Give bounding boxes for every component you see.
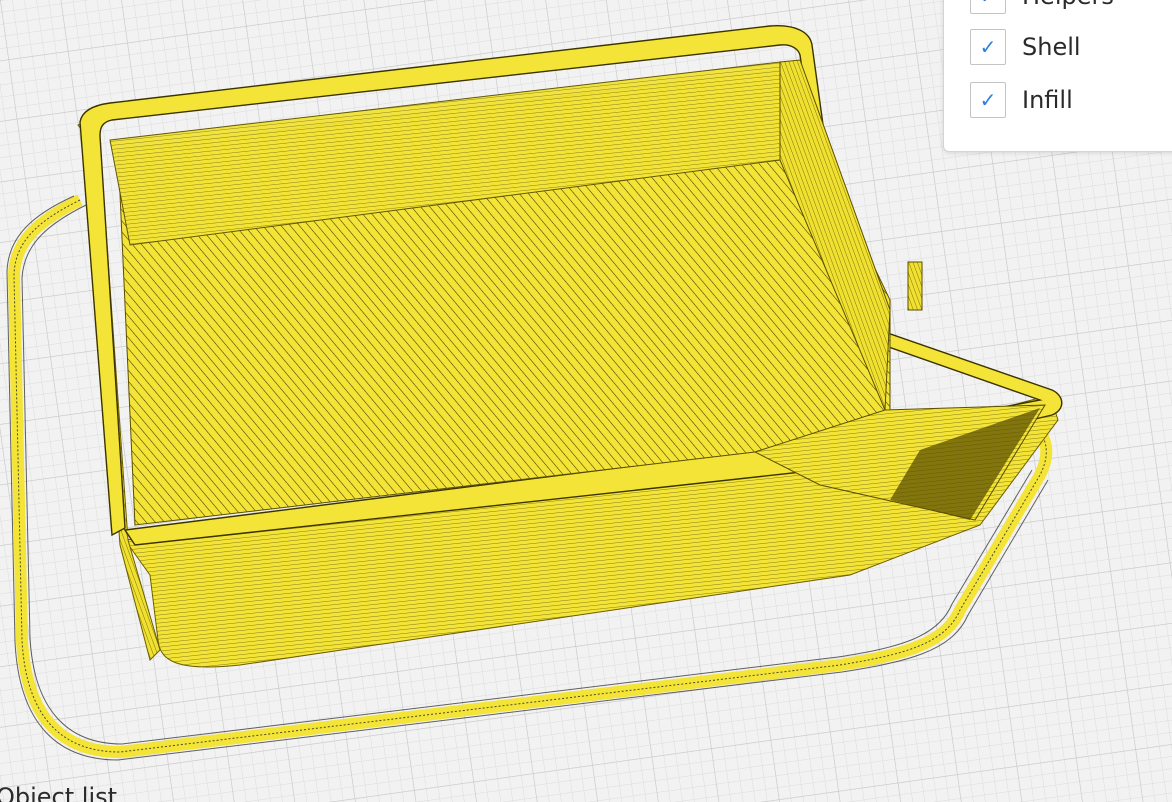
shell-checkbox[interactable]: ✓	[970, 29, 1006, 65]
infill-checkbox[interactable]: ✓	[970, 82, 1006, 118]
helpers-toggle[interactable]: ✓ Helpers	[970, 0, 1114, 15]
shell-toggle[interactable]: ✓ Shell	[970, 28, 1081, 66]
infill-toggle[interactable]: ✓ Infill	[970, 81, 1073, 119]
infill-label: Infill	[1022, 86, 1073, 114]
view-filter-panel: ✓ Helpers ✓ Shell ✓ Infill	[943, 0, 1172, 152]
helpers-checkbox[interactable]: ✓	[970, 0, 1006, 14]
tray-side-tab	[907, 261, 923, 311]
object-list-heading[interactable]: Object list	[0, 783, 117, 802]
check-icon: ✓	[979, 88, 997, 112]
helpers-label: Helpers	[1022, 0, 1114, 10]
3d-viewport[interactable]: ✓ Helpers ✓ Shell ✓ Infill Object list	[0, 0, 1172, 802]
check-icon: ✓	[980, 0, 997, 6]
shell-label: Shell	[1022, 33, 1081, 61]
check-icon: ✓	[979, 35, 997, 59]
